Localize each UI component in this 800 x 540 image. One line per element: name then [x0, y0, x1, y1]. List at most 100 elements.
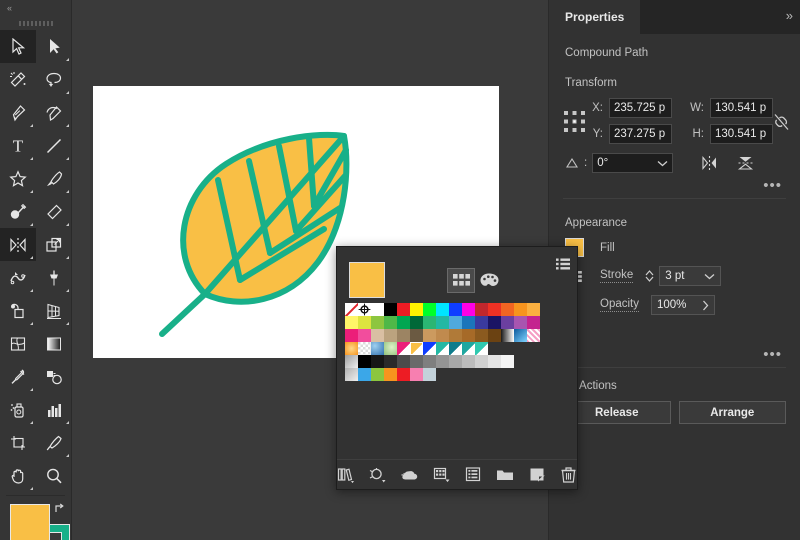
tool-eyedropper[interactable] [0, 360, 36, 393]
appearance-more-options[interactable]: ••• [563, 324, 786, 362]
tool-shape-builder[interactable] [0, 294, 36, 327]
swatch-cell[interactable] [436, 316, 449, 329]
tool-column-graph[interactable] [36, 393, 72, 426]
h-input[interactable]: 130.541 p [710, 124, 773, 144]
swatch-cell[interactable] [358, 329, 371, 342]
swatch-cell[interactable] [397, 342, 410, 355]
swatch-cell[interactable] [449, 355, 462, 368]
swatch-cell[interactable] [501, 316, 514, 329]
swatch-cell[interactable] [358, 342, 371, 355]
swatch-cell[interactable] [358, 355, 371, 368]
swatch-cell[interactable] [345, 368, 358, 381]
swatch-cell[interactable] [501, 303, 514, 316]
tool-curvature[interactable] [36, 96, 72, 129]
flip-vertical-icon[interactable] [735, 153, 755, 173]
swatch-cell[interactable] [462, 342, 475, 355]
swatch-cell[interactable] [358, 316, 371, 329]
tool-line-segment[interactable] [36, 129, 72, 162]
swatch-cell[interactable] [410, 303, 423, 316]
swatch-cell[interactable] [397, 368, 410, 381]
swatch-cell[interactable] [462, 303, 475, 316]
swatch-options-icon[interactable] [464, 466, 482, 484]
tool-symbol-sprayer[interactable] [0, 393, 36, 426]
transform-more-options[interactable]: ••• [563, 173, 786, 193]
tool-perspective-grid[interactable] [36, 294, 72, 327]
tool-hand[interactable] [0, 459, 36, 492]
swatch-cell[interactable] [384, 303, 397, 316]
show-swatches-view-icon[interactable] [447, 267, 475, 293]
constrain-proportions-icon[interactable] [773, 98, 790, 132]
libraries-cloud-icon[interactable] [401, 466, 419, 484]
stroke-weight-input[interactable]: 3 pt [659, 266, 722, 286]
y-input[interactable]: 237.275 p [609, 124, 672, 144]
swatch-cell[interactable] [423, 342, 436, 355]
swatch-cell[interactable] [371, 316, 384, 329]
tool-shaper[interactable] [0, 195, 36, 228]
swatch-cell[interactable] [462, 355, 475, 368]
swatch-cell[interactable] [436, 355, 449, 368]
swatch-cell[interactable] [384, 329, 397, 342]
w-input[interactable]: 130.541 p [710, 98, 773, 118]
new-swatch-icon[interactable] [528, 466, 546, 484]
tool-selection[interactable] [0, 30, 36, 63]
swatch-cell[interactable] [514, 316, 527, 329]
tool-pen[interactable] [0, 96, 36, 129]
tool-gradient[interactable] [36, 327, 72, 360]
swatch-cell[interactable] [514, 303, 527, 316]
swatch-cell[interactable] [423, 355, 436, 368]
swatch-cell[interactable] [423, 303, 436, 316]
stroke-weight-stepper[interactable] [645, 270, 654, 282]
swatch-cell[interactable] [371, 355, 384, 368]
opacity-label[interactable]: Opacity [600, 298, 639, 312]
swatch-cell[interactable] [527, 329, 540, 342]
swatch-cell[interactable] [423, 316, 436, 329]
opacity-input[interactable]: 100% [651, 295, 715, 315]
swatch-cell[interactable] [371, 342, 384, 355]
toolbar-collapse-button[interactable]: « [0, 0, 71, 16]
swatch-cell[interactable] [384, 355, 397, 368]
tool-eraser[interactable] [36, 195, 72, 228]
swatch-cell[interactable] [488, 303, 501, 316]
tool-artboard[interactable] [0, 426, 36, 459]
tool-direct-selection[interactable] [36, 30, 72, 63]
swatch-cell[interactable] [436, 329, 449, 342]
swatch-cell[interactable] [423, 368, 436, 381]
swatch-cell[interactable] [345, 355, 358, 368]
swatch-cell[interactable] [475, 303, 488, 316]
swatch-cell[interactable] [475, 355, 488, 368]
tool-free-transform[interactable] [36, 261, 72, 294]
swatch-cell[interactable] [527, 303, 540, 316]
swatch-cell[interactable] [384, 316, 397, 329]
swatch-libraries-menu-icon[interactable] [337, 466, 355, 484]
delete-swatch-icon[interactable] [559, 466, 577, 484]
swatch-cell[interactable] [410, 368, 423, 381]
tool-mesh[interactable] [0, 327, 36, 360]
current-swatch-preview[interactable] [349, 262, 385, 298]
panel-menu-icon[interactable] [556, 257, 570, 275]
swap-fill-stroke-icon[interactable] [53, 502, 67, 516]
swatch-cell[interactable] [397, 303, 410, 316]
swatch-cell[interactable] [371, 303, 384, 316]
swatch-cell[interactable] [462, 329, 475, 342]
swatch-cell[interactable] [423, 329, 436, 342]
swatch-cell[interactable] [514, 329, 527, 342]
swatch-cell[interactable] [384, 342, 397, 355]
tool-paintbrush[interactable] [36, 162, 72, 195]
swatch-cell[interactable] [462, 316, 475, 329]
show-swatch-kinds-menu-icon[interactable] [369, 466, 387, 484]
swatch-cell[interactable] [475, 329, 488, 342]
release-button[interactable]: Release [563, 401, 671, 424]
swatch-cell[interactable] [345, 303, 358, 316]
flip-horizontal-icon[interactable] [699, 153, 719, 173]
swatch-cell[interactable] [384, 368, 397, 381]
swatch-cell[interactable] [449, 316, 462, 329]
panel-collapse-icon[interactable]: » [786, 8, 793, 23]
swatches-title-bar[interactable] [337, 247, 577, 256]
tool-type[interactable]: T [0, 129, 36, 162]
swatch-cell[interactable] [475, 316, 488, 329]
new-color-group-icon[interactable] [496, 466, 514, 484]
tool-lasso[interactable] [36, 63, 72, 96]
swatch-cell[interactable] [410, 329, 423, 342]
reference-point-selector[interactable] [563, 98, 587, 134]
swatch-cell[interactable] [345, 342, 358, 355]
